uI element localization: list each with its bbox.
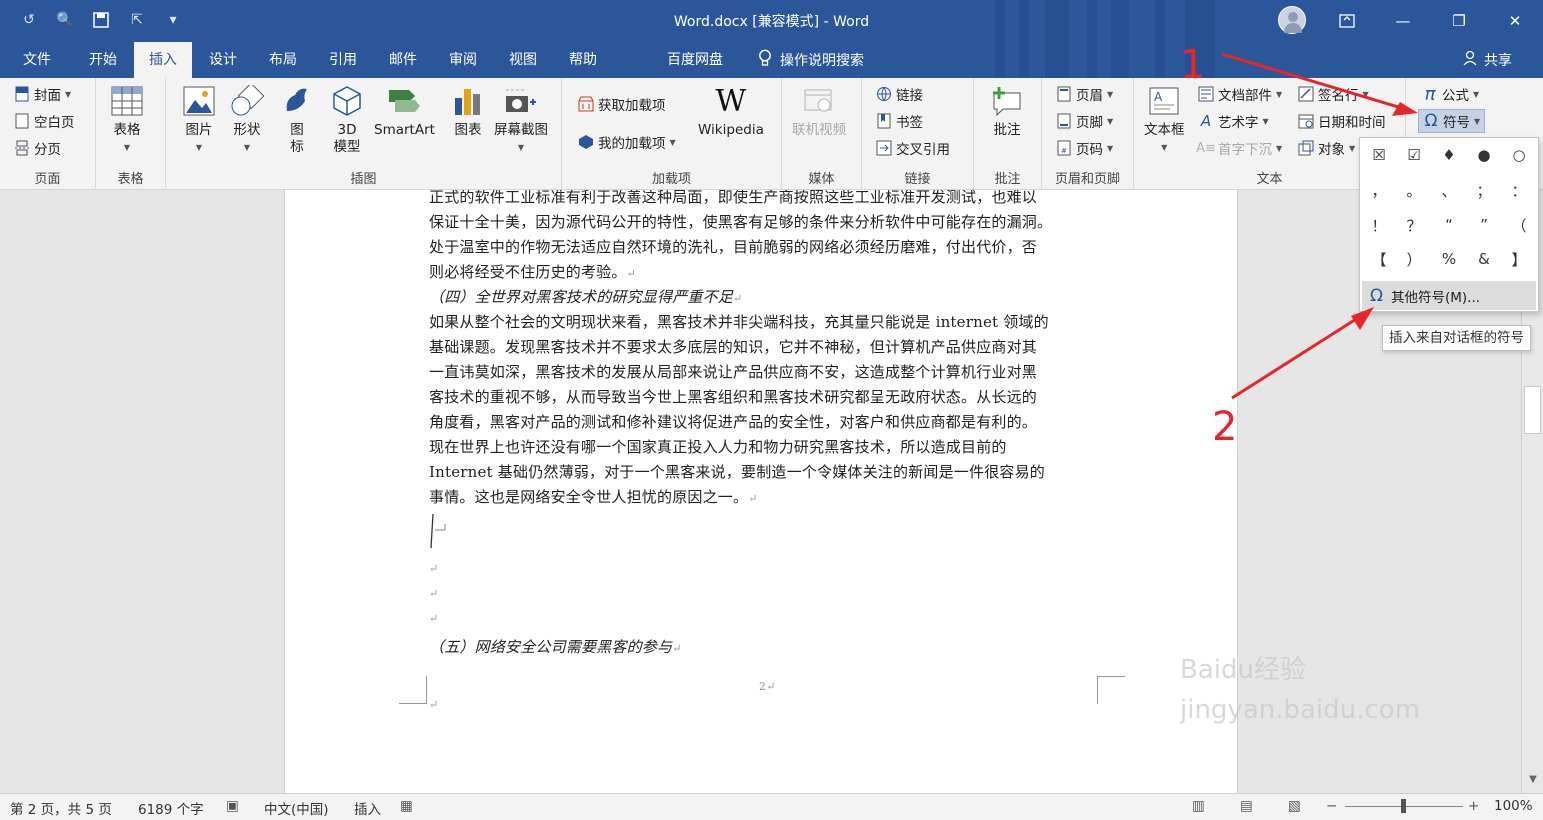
annotation-label-2: 2 [1212, 404, 1238, 450]
annotation-label-1: 1 [1180, 42, 1206, 88]
annotation-arrow-1 [1221, 52, 1409, 112]
annotation-arrows [1221, 52, 1418, 400]
annotation-arrowhead-1 [1392, 102, 1418, 116]
annotation-arrowhead-2 [1351, 307, 1374, 330]
annotation-arrow-2 [1231, 312, 1365, 400]
